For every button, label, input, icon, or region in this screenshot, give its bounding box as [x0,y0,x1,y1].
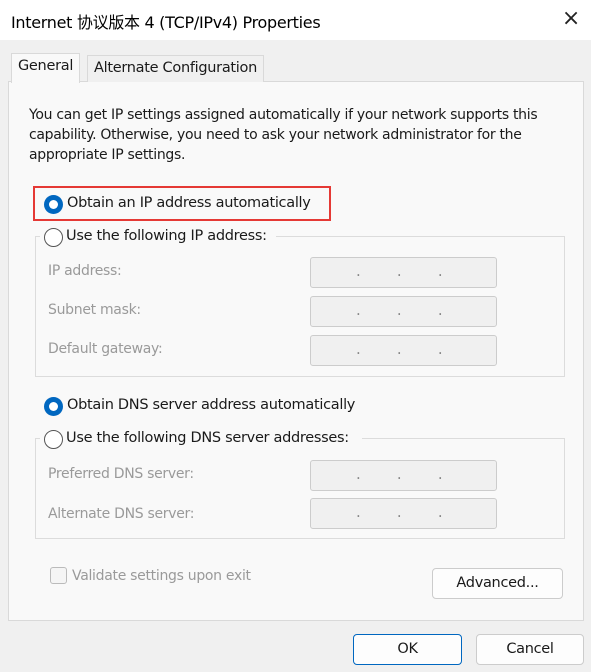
ip-address-field[interactable]: . . . [310,257,497,288]
close-icon[interactable]: × [556,4,586,34]
window-title: Internet 协议版本 4 (TCP/IPv4) Properties [11,13,321,32]
subnet-mask-label: Subnet mask: [48,302,141,318]
validate-label[interactable]: Validate settings upon exit [72,568,251,584]
cancel-button[interactable]: Cancel [476,634,584,665]
alternate-dns-field[interactable]: . . . [310,498,497,529]
use-following-dns-label[interactable]: Use the following DNS server addresses: [66,430,349,446]
ip-address-label: IP address: [48,263,122,279]
advanced-button[interactable]: Advanced... [432,568,563,599]
tab-general[interactable]: General [11,53,81,83]
subnet-mask-value: . . . [356,301,443,319]
validate-checkbox[interactable] [50,567,67,584]
radio-obtain-dns-auto[interactable] [44,397,63,416]
obtain-dns-auto-label[interactable]: Obtain DNS server address automatically [67,397,355,413]
default-gateway-label: Default gateway: [48,341,163,357]
preferred-dns-label: Preferred DNS server: [48,466,194,482]
radio-obtain-ip-auto[interactable] [44,195,63,214]
subnet-mask-field[interactable]: . . . [310,296,497,327]
description-text: You can get IP settings assigned automat… [29,107,538,163]
alternate-dns-value: . . . [356,503,443,521]
ip-address-value: . . . [356,262,443,280]
use-following-ip-label[interactable]: Use the following IP address: [66,228,267,244]
default-gateway-value: . . . [356,340,443,358]
preferred-dns-field[interactable]: . . . [310,460,497,491]
ok-button[interactable]: OK [353,634,462,665]
radio-use-following-ip[interactable] [44,228,63,247]
alternate-dns-label: Alternate DNS server: [48,506,195,522]
default-gateway-field[interactable]: . . . [310,335,497,366]
tab-alternate-configuration[interactable]: Alternate Configuration [87,55,264,82]
preferred-dns-value: . . . [356,465,443,483]
radio-use-following-dns[interactable] [44,430,63,449]
obtain-ip-auto-label[interactable]: Obtain an IP address automatically [67,195,311,211]
